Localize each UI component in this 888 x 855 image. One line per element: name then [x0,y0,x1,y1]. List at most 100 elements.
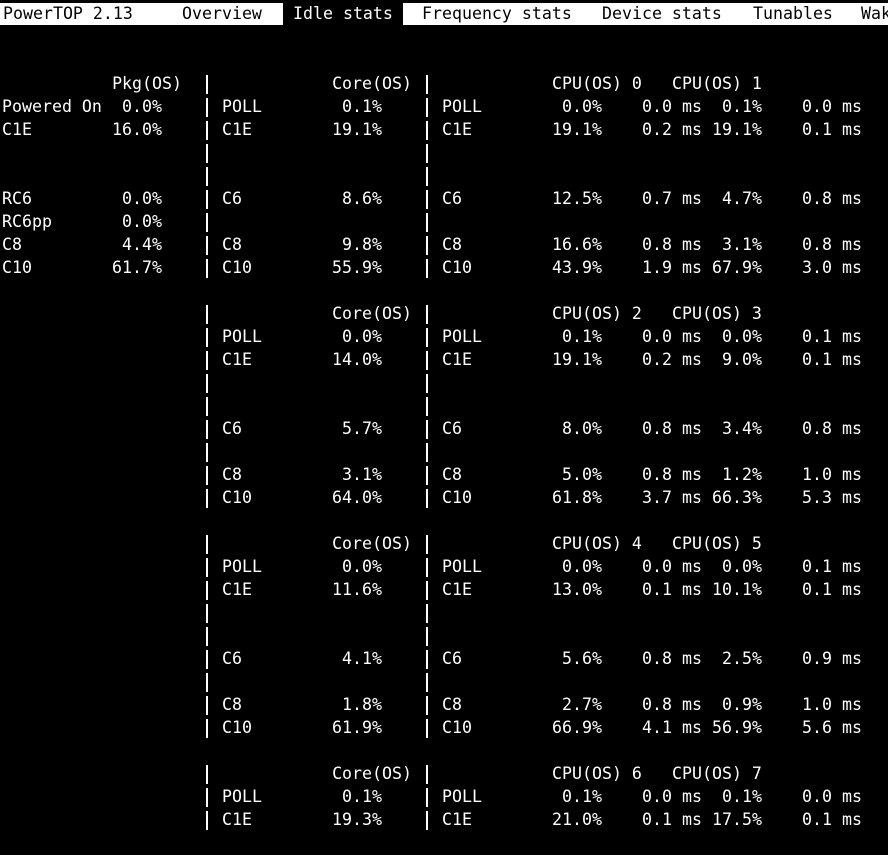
separator-core [206,558,208,577]
cpu-b-time: 0.8 ms [802,419,862,438]
separator-core [206,581,208,600]
separator-core [206,98,208,117]
separator-cpu [426,75,428,94]
cpu-a-percent: 0.1% [562,327,602,346]
core-state-label: C8 [222,465,242,484]
cpu-a-percent [532,211,602,233]
tab-idle-stats[interactable]: Idle stats [283,3,403,25]
separator-cpu [426,604,428,623]
core-state-value [312,372,382,394]
separator-cpu [426,121,428,140]
separator-cpu [426,374,428,393]
core-state-value: 9.8% [342,235,382,254]
core-state-label: C8 [222,235,242,254]
cpu-b-percent [692,165,762,187]
separator-cpu [426,650,428,669]
core-state-value: 8.6% [342,189,382,208]
core-header: Core(OS) [332,74,412,93]
separator-cpu [426,466,428,485]
cpu-state-label: C1E [442,350,472,369]
separator-cpu [426,535,428,554]
cpu-b-time: 0.0 ms [802,97,862,116]
cpu-a-percent: 5.0% [562,465,602,484]
core-state-label: POLL [222,97,262,116]
core-state-label: C6 [222,649,242,668]
cpu-a-percent: 61.8% [552,488,602,507]
cpu-b-time: 0.1 ms [802,350,862,369]
core-state-value: 1.8% [342,695,382,714]
separator-core [206,374,208,393]
pkg-header: Pkg(OS) [112,74,182,93]
cpu-state-label: C10 [442,488,472,507]
cpu-b-percent [692,625,762,647]
cpu-b-percent: 19.1% [712,120,762,139]
core-state-value: 61.9% [332,718,382,737]
core-state-label: C6 [222,419,242,438]
cpu-a-percent: 43.9% [552,258,602,277]
cpu-state-label: POLL [442,327,482,346]
core-state-label: C1E [222,810,252,829]
cpu-state-label: C8 [442,695,462,714]
cpu-b-percent: 0.0% [722,327,762,346]
cpu-state-label: C1E [442,120,472,139]
cpu-a-percent: 19.1% [552,350,602,369]
pkg-state-label: C8 [2,235,22,254]
separator-cpu [426,397,428,416]
cpu-a-percent [532,602,602,624]
cpu-b-percent [692,395,762,417]
separator-cpu [426,259,428,278]
tab-frequency-stats[interactable]: Frequency stats [422,3,572,25]
separator-core [206,489,208,508]
core-state-label: C8 [222,695,242,714]
separator-core [206,144,208,163]
cpu-state-label: C6 [442,189,462,208]
cpu-header-b: CPU(OS) 7 [672,764,762,783]
separator-cpu [426,719,428,738]
core-state-value: 19.3% [332,810,382,829]
cpu-header-b: CPU(OS) 3 [672,304,762,323]
cpu-header-b: CPU(OS) 1 [672,74,762,93]
cpu-b-time: 5.6 ms [802,718,862,737]
tab-overview[interactable]: Overview [182,3,262,25]
cpu-state-label: C1E [442,810,472,829]
core-state-value: 4.1% [342,649,382,668]
cpu-state-label: C10 [442,718,472,737]
separator-core [206,627,208,646]
cpu-a-percent: 66.9% [552,718,602,737]
cpu-b-percent: 10.1% [712,580,762,599]
separator-core [206,466,208,485]
cpu-a-percent: 12.5% [552,189,602,208]
cpu-b-percent [692,372,762,394]
cpu-header-a: CPU(OS) 2 [552,304,642,323]
separator-core [206,351,208,370]
cpu-a-percent: 13.0% [552,580,602,599]
cpu-b-time: 0.1 ms [802,580,862,599]
tab-tunables[interactable]: Tunables [753,3,833,25]
tab-wakeup[interactable]: Wak [861,3,888,25]
separator-core [206,719,208,738]
separator-core [206,397,208,416]
separator-core [206,443,208,462]
cpu-state-label: C10 [442,258,472,277]
core-state-value [312,142,382,164]
core-state-value [312,625,382,647]
core-state-value: 0.1% [342,787,382,806]
powertop-terminal: PowerTOP 2.13 Overview Idle stats Freque… [0,0,888,855]
cpu-a-percent: 19.1% [552,120,602,139]
separator-core [206,765,208,784]
separator-cpu [426,811,428,830]
core-state-value [312,211,382,233]
cpu-state-label: C8 [442,465,462,484]
separator-cpu [426,558,428,577]
cpu-a-percent [532,671,602,693]
pkg-state-label: C10 [2,258,32,277]
pkg-state-label: Powered On [2,97,102,116]
separator-cpu [426,190,428,209]
tab-device-stats[interactable]: Device stats [602,3,722,25]
cpu-state-label: C8 [442,235,462,254]
core-state-label: POLL [222,557,262,576]
app-title: PowerTOP 2.13 [3,3,133,25]
core-state-value [312,395,382,417]
cpu-b-percent: 3.1% [722,235,762,254]
cpu-b-time: 0.1 ms [802,810,862,829]
